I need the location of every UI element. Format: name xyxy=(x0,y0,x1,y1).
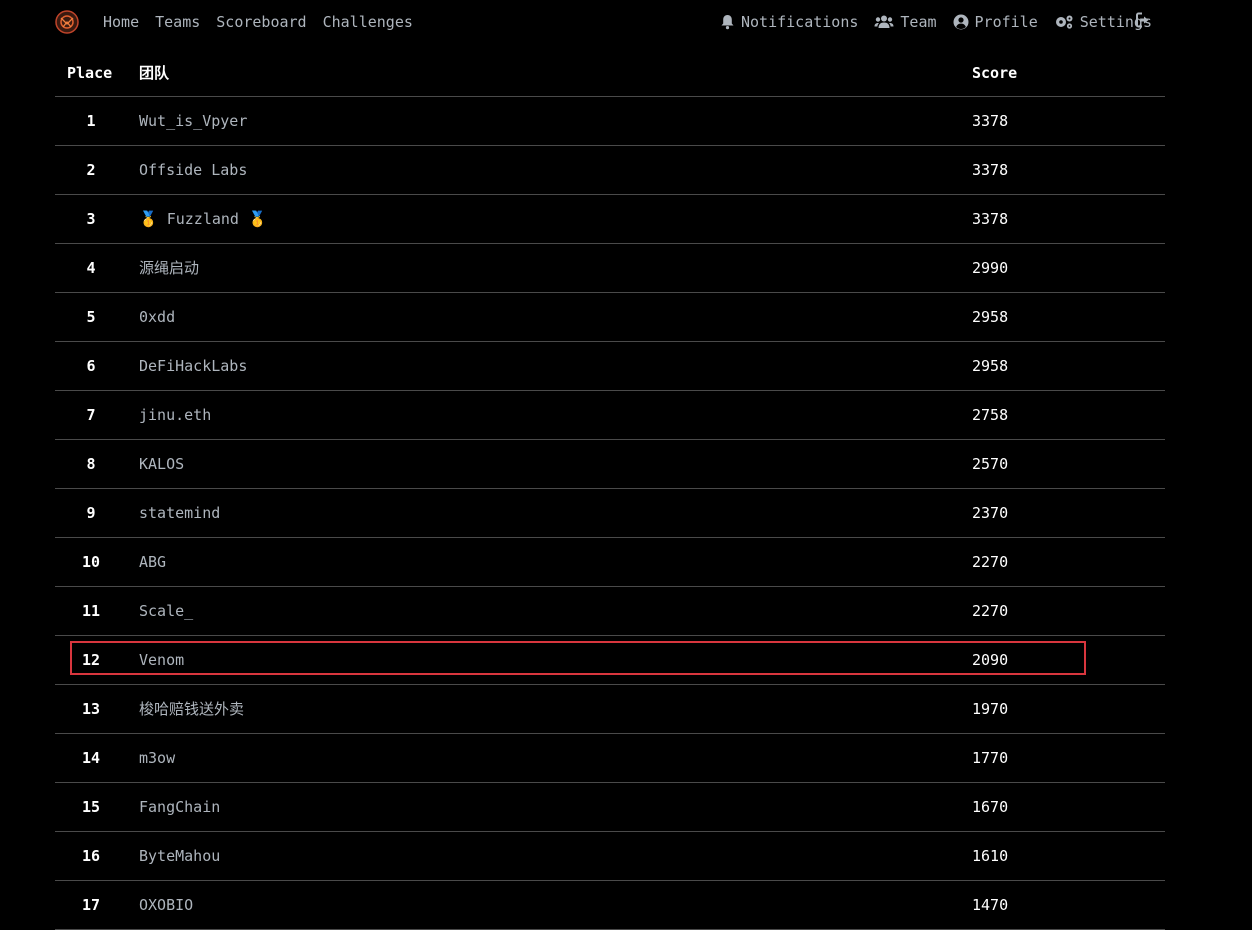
place-cell: 2 xyxy=(86,161,96,179)
score-cell: 2958 xyxy=(972,357,1009,375)
nav-home-link[interactable]: Home xyxy=(103,12,139,32)
place-cell: 16 xyxy=(81,847,101,865)
table-row: 17 OXOBIO 1470 xyxy=(55,881,1165,930)
table-row: 5 0xdd 2958 xyxy=(55,293,1165,342)
table-row: 6 DeFiHackLabs 2958 xyxy=(55,342,1165,391)
table-row: 11 Scale_ 2270 xyxy=(55,587,1165,636)
score-cell: 2270 xyxy=(972,553,1009,571)
notifications-label: Notifications xyxy=(741,13,859,31)
team-name-link[interactable]: jinu.eth xyxy=(139,406,211,424)
team-name-link[interactable]: FangChain xyxy=(139,798,220,816)
table-row: 14 m3ow 1770 xyxy=(55,734,1165,783)
score-cell: 2090 xyxy=(972,651,1009,669)
team-label: Team xyxy=(900,13,937,31)
score-cell: 2758 xyxy=(972,406,1009,424)
gears-icon xyxy=(1055,15,1073,29)
score-cell: 1470 xyxy=(972,896,1009,914)
team-name-link[interactable]: OXOBIO xyxy=(139,896,193,914)
score-cell: 1770 xyxy=(972,749,1009,767)
score-cell: 1610 xyxy=(972,847,1009,865)
score-cell: 3378 xyxy=(972,210,1009,228)
score-cell: 2370 xyxy=(972,504,1009,522)
score-cell: 2958 xyxy=(972,308,1009,326)
table-row: 2 Offside Labs 3378 xyxy=(55,146,1165,195)
place-cell: 8 xyxy=(86,455,96,473)
score-cell: 1670 xyxy=(972,798,1009,816)
place-cell: 14 xyxy=(81,749,101,767)
place-cell: 9 xyxy=(86,504,96,522)
team-name-link[interactable]: KALOS xyxy=(139,455,184,473)
table-row: 9 statemind 2370 xyxy=(55,489,1165,538)
table-row: 13 梭哈赔钱送外卖 1970 xyxy=(55,685,1165,734)
place-cell: 5 xyxy=(86,308,96,326)
place-cell: 4 xyxy=(86,259,96,277)
table-row: 3 🥇 Fuzzland 🥇 3378 xyxy=(55,195,1165,244)
place-cell: 1 xyxy=(86,112,96,130)
navbar: Home Teams Scoreboard Challenges Notific… xyxy=(0,0,1252,44)
team-name-link[interactable]: Scale_ xyxy=(139,602,193,620)
score-cell: 3378 xyxy=(972,161,1009,179)
place-cell: 6 xyxy=(86,357,96,375)
place-cell: 17 xyxy=(81,896,101,914)
nav-team[interactable]: Team xyxy=(874,12,937,32)
place-cell: 13 xyxy=(81,700,101,718)
table-row: 8 KALOS 2570 xyxy=(55,440,1165,489)
header-team: 团队 xyxy=(139,64,170,82)
team-name-link[interactable]: Wut_is_Vpyer xyxy=(139,112,247,130)
table-row: 16 ByteMahou 1610 xyxy=(55,832,1165,881)
table-header: Place 团队 Score xyxy=(55,48,1165,97)
table-row: 4 源绳启动 2990 xyxy=(55,244,1165,293)
place-cell: 11 xyxy=(81,602,101,620)
table-row: 12 Venom 2090 xyxy=(55,636,1165,685)
logout-icon[interactable] xyxy=(1136,12,1153,28)
nav-right: Notifications Team Profile Settings xyxy=(704,12,1152,32)
table-row: 1 Wut_is_Vpyer 3378 xyxy=(55,97,1165,146)
team-name-link[interactable]: ByteMahou xyxy=(139,847,220,865)
score-cell: 2570 xyxy=(972,455,1009,473)
team-name-link[interactable]: 梭哈赔钱送外卖 xyxy=(139,700,244,718)
user-circle-icon xyxy=(953,14,969,30)
header-score: Score xyxy=(972,64,1018,82)
score-cell: 2270 xyxy=(972,602,1009,620)
place-cell: 15 xyxy=(81,798,101,816)
nav-challenges-link[interactable]: Challenges xyxy=(323,12,413,32)
table-row: 10 ABG 2270 xyxy=(55,538,1165,587)
scoreboard-table: Place 团队 Score 1 Wut_is_Vpyer 3378 2 Offside… xyxy=(55,48,1165,930)
table-row: 15 FangChain 1670 xyxy=(55,783,1165,832)
header-place: Place xyxy=(67,64,113,82)
team-name-link[interactable]: m3ow xyxy=(139,749,175,767)
team-name-link[interactable]: ABG xyxy=(139,553,166,571)
place-cell: 10 xyxy=(81,553,101,571)
table-row: 7 jinu.eth 2758 xyxy=(55,391,1165,440)
bell-icon xyxy=(721,15,734,30)
score-cell: 2990 xyxy=(972,259,1009,277)
nav-notifications[interactable]: Notifications xyxy=(720,12,858,32)
team-name-link[interactable]: 0xdd xyxy=(139,308,175,326)
place-cell: 7 xyxy=(86,406,96,424)
team-name-link[interactable]: 🥇 Fuzzland 🥇 xyxy=(139,210,267,228)
place-cell: 12 xyxy=(81,651,101,669)
team-name-link[interactable]: Venom xyxy=(139,651,184,669)
team-name-link[interactable]: 源绳启动 xyxy=(139,259,199,277)
ctf-logo-icon[interactable] xyxy=(55,10,79,34)
place-cell: 3 xyxy=(86,210,96,228)
team-name-link[interactable]: DeFiHackLabs xyxy=(139,357,247,375)
profile-label: Profile xyxy=(974,13,1038,31)
team-name-link[interactable]: statemind xyxy=(139,504,220,522)
table-body: 1 Wut_is_Vpyer 3378 2 Offside Labs 3378 3 🥇 Fuz… xyxy=(55,97,1165,930)
nav-links: Home Teams Scoreboard Challenges xyxy=(103,12,429,32)
nav-profile[interactable]: Profile xyxy=(953,12,1038,32)
nav-teams-link[interactable]: Teams xyxy=(155,12,200,32)
score-cell: 1970 xyxy=(972,700,1009,718)
score-cell: 3378 xyxy=(972,112,1009,130)
team-name-link[interactable]: Offside Labs xyxy=(139,161,247,179)
users-icon xyxy=(874,15,894,28)
nav-scoreboard-link[interactable]: Scoreboard xyxy=(216,12,306,32)
